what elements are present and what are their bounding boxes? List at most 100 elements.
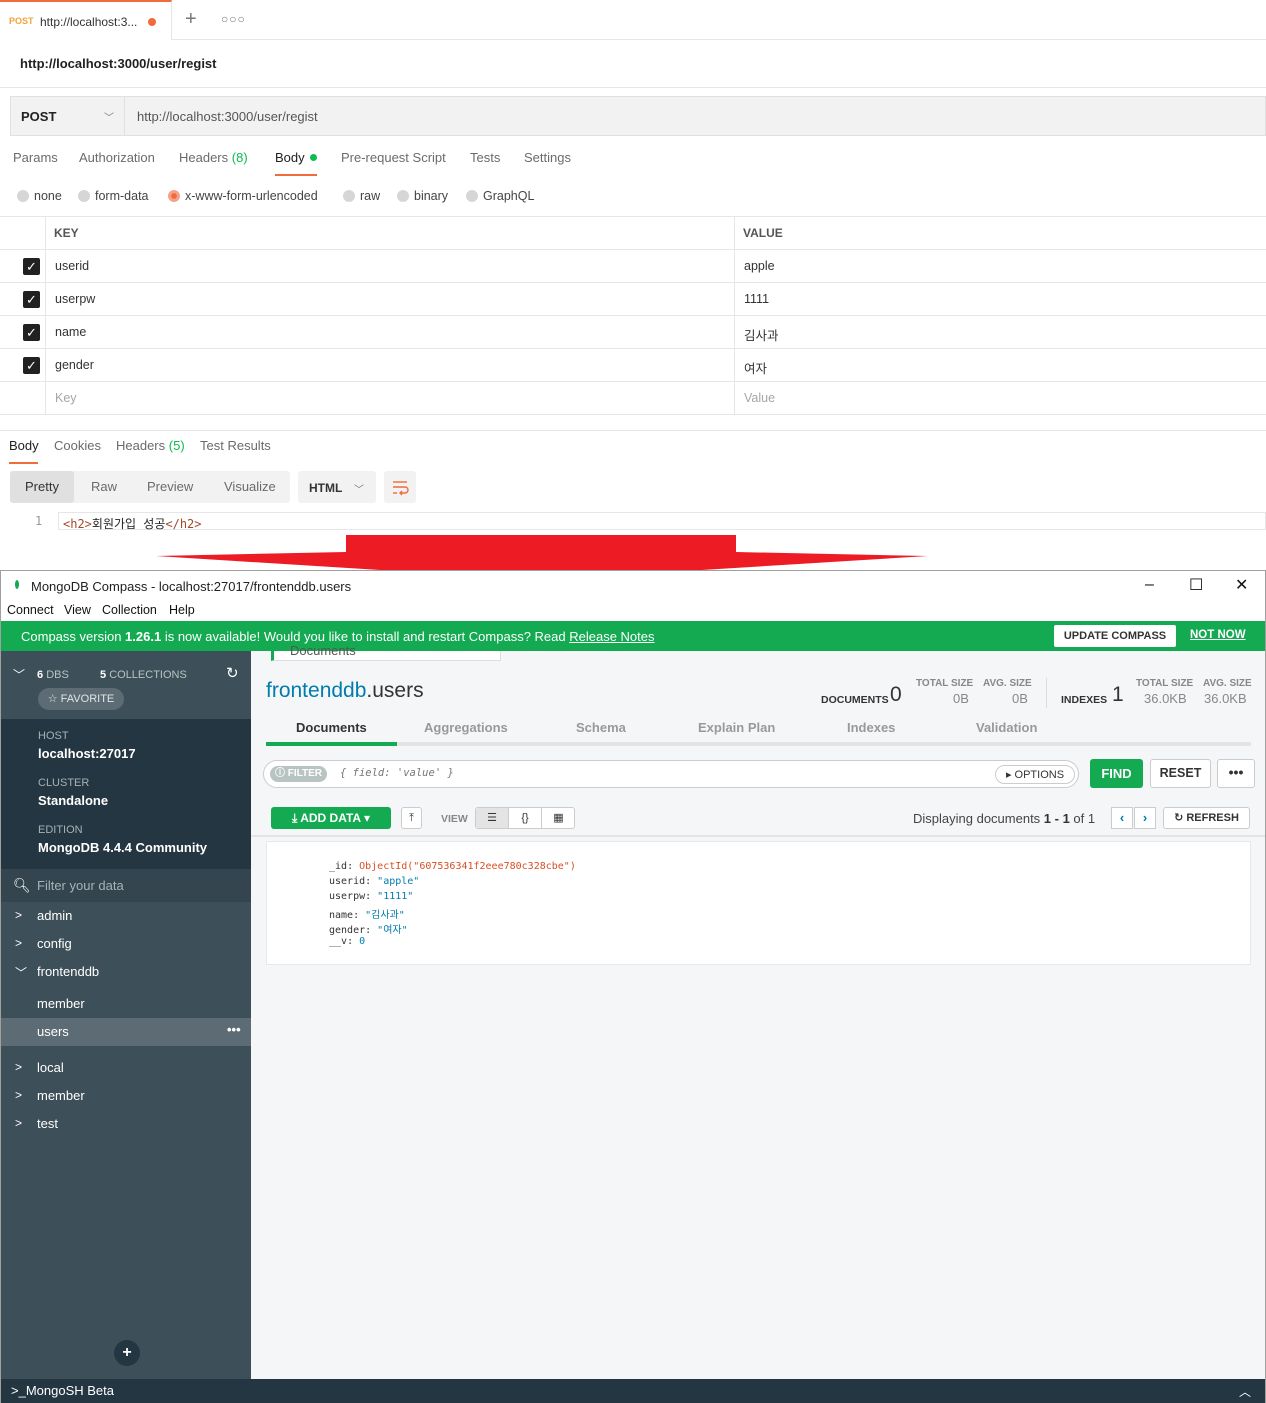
favorite-button[interactable]: ☆ FAVORITE xyxy=(38,688,124,710)
resp-tab-cookies[interactable]: Cookies xyxy=(54,438,101,464)
new-key-input[interactable]: Key xyxy=(55,391,77,405)
tab-params[interactable]: Params xyxy=(13,150,58,176)
namespace-db[interactable]: frontenddb xyxy=(266,679,366,702)
db-name: test xyxy=(37,1116,58,1131)
update-compass-button[interactable]: UPDATE COMPASS xyxy=(1054,625,1176,647)
tab-method: POST xyxy=(9,16,34,26)
checkbox-checked-icon[interactable]: ✓ xyxy=(23,357,40,374)
close-icon[interactable]: ✕ xyxy=(1235,575,1248,595)
checkbox-checked-icon[interactable]: ✓ xyxy=(23,258,40,275)
menu-help[interactable]: Help xyxy=(169,603,195,617)
options-button[interactable]: ▸ OPTIONS xyxy=(995,765,1075,784)
format-select[interactable]: HTML ﹀ xyxy=(298,471,376,503)
radio-raw[interactable]: raw xyxy=(343,188,380,206)
radio-binary[interactable]: binary xyxy=(397,188,448,206)
tab-settings[interactable]: Settings xyxy=(524,150,571,176)
mongosh-bar[interactable]: >_MongoSH Beta ︿ xyxy=(1,1379,1265,1403)
row-value[interactable]: apple xyxy=(744,259,775,273)
sidebar-item-member[interactable]: > member xyxy=(1,1082,251,1110)
tab-headers[interactable]: Headers (8) xyxy=(179,150,248,176)
row-key[interactable]: gender xyxy=(55,358,94,372)
tab-tests[interactable]: Tests xyxy=(470,150,500,176)
export-icon[interactable]: ⤒ xyxy=(401,807,422,829)
add-data-button[interactable]: ⤓ ADD DATA ▾ xyxy=(271,807,391,829)
tab-schema[interactable]: Schema xyxy=(576,720,626,735)
create-database-plus-icon[interactable]: + xyxy=(114,1340,140,1366)
sidebar-item-users-collection[interactable]: users ••• xyxy=(1,1018,251,1046)
maximize-icon[interactable]: ☐ xyxy=(1189,575,1203,595)
row-value[interactable]: 김사과 xyxy=(744,325,779,344)
checkbox-checked-icon[interactable]: ✓ xyxy=(23,291,40,308)
filter-input[interactable]: ⓘ FILTER { field: 'value' } ▸ OPTIONS xyxy=(263,760,1079,788)
chevron-up-icon[interactable]: ︿ xyxy=(1239,1383,1251,1400)
row-key[interactable]: name xyxy=(55,325,86,339)
resp-tab-test-results[interactable]: Test Results xyxy=(200,438,271,464)
not-now-link[interactable]: NOT NOW xyxy=(1190,629,1246,641)
refresh-button[interactable]: ↻ REFRESH xyxy=(1163,807,1250,829)
dbs-label: DBS xyxy=(46,669,69,681)
new-value-input[interactable]: Value xyxy=(744,391,775,405)
code-open-tag: <h2> xyxy=(63,517,92,531)
radio-urlencoded[interactable]: x-www-form-urlencoded xyxy=(168,188,318,206)
row-value[interactable]: 여자 xyxy=(744,358,767,377)
more-options-button[interactable]: ••• xyxy=(1217,759,1255,788)
row-value[interactable]: 1111 xyxy=(744,292,769,306)
menu-view[interactable]: View xyxy=(64,603,91,617)
view-preview[interactable]: Preview xyxy=(147,479,193,494)
sidebar-item-local[interactable]: > local xyxy=(1,1054,251,1082)
view-visualize[interactable]: Visualize xyxy=(224,479,276,494)
field-value: ObjectId("607536341f2eee780c328cbe") xyxy=(359,861,576,872)
method-select[interactable]: POST ﹀ xyxy=(11,97,125,135)
request-tab[interactable]: POST http://localhost:3... xyxy=(0,0,172,40)
collections-label: COLLECTIONS xyxy=(109,669,187,681)
chevron-down-icon[interactable]: ﹀ xyxy=(13,666,25,683)
resp-tab-body[interactable]: Body xyxy=(9,438,39,464)
tab-validation[interactable]: Validation xyxy=(976,720,1037,735)
workspace-tab[interactable]: Documents xyxy=(271,643,501,661)
tab-prerequest[interactable]: Pre-request Script xyxy=(341,150,446,176)
sidebar-item-test[interactable]: > test xyxy=(1,1110,251,1138)
more-icon[interactable]: ••• xyxy=(227,1022,241,1037)
tab-body[interactable]: Body xyxy=(275,150,317,176)
tab-indexes[interactable]: Indexes xyxy=(847,720,895,735)
tab-aggregations[interactable]: Aggregations xyxy=(424,720,508,735)
url-input[interactable]: http://localhost:3000/user/regist xyxy=(137,109,318,124)
menu-collection[interactable]: Collection xyxy=(102,603,157,617)
json-view-icon[interactable]: {} xyxy=(509,808,542,828)
menu-connect[interactable]: Connect xyxy=(7,603,54,617)
more-tabs-icon[interactable]: ○○○ xyxy=(221,12,246,26)
sidebar-filter[interactable]: 🔍︎ Filter your data xyxy=(1,869,251,902)
minimize-icon[interactable]: – xyxy=(1145,576,1154,594)
tab-documents[interactable]: Documents xyxy=(296,720,367,735)
cluster-label: CLUSTER xyxy=(38,777,90,789)
radio-graphql[interactable]: GraphQL xyxy=(466,188,534,206)
tab-authorization[interactable]: Authorization xyxy=(79,150,155,176)
sidebar-item-config[interactable]: > config xyxy=(1,930,251,958)
new-tab-plus-icon[interactable]: + xyxy=(185,8,197,31)
reset-button[interactable]: RESET xyxy=(1150,759,1211,788)
row-key[interactable]: userpw xyxy=(55,292,95,306)
view-raw[interactable]: Raw xyxy=(91,479,117,494)
checkbox-checked-icon[interactable]: ✓ xyxy=(23,324,40,341)
table-view-icon[interactable]: ▦ xyxy=(542,808,575,828)
radio-form-data[interactable]: form-data xyxy=(78,188,149,206)
next-page-icon[interactable]: › xyxy=(1134,807,1156,829)
view-pretty[interactable]: Pretty xyxy=(10,471,74,503)
col-divider xyxy=(734,382,735,415)
prev-page-icon[interactable]: ‹ xyxy=(1111,807,1133,829)
compass-window: MongoDB Compass - localhost:27017/fronte… xyxy=(0,570,1266,1403)
tab-explain-plan[interactable]: Explain Plan xyxy=(698,720,775,735)
list-view-icon[interactable]: ☰ xyxy=(476,808,509,828)
sidebar-item-admin[interactable]: > admin xyxy=(1,902,251,930)
sidebar-item-frontenddb[interactable]: ﹀ frontenddb xyxy=(1,958,251,986)
sidebar-header: ﹀ 6 DBS 5 COLLECTIONS ↻ ☆ FAVORITE xyxy=(1,651,251,719)
resp-tab-headers[interactable]: Headers (5) xyxy=(116,438,185,464)
row-key[interactable]: userid xyxy=(55,259,89,273)
sidebar-item-member-collection[interactable]: member xyxy=(1,990,251,1018)
refresh-icon[interactable]: ↻ xyxy=(226,664,239,682)
radio-none[interactable]: none xyxy=(17,188,62,206)
find-button[interactable]: FIND xyxy=(1090,759,1143,788)
release-notes-link[interactable]: Release Notes xyxy=(569,629,654,644)
radio-icon xyxy=(343,190,355,202)
wrap-lines-button[interactable] xyxy=(384,471,416,503)
